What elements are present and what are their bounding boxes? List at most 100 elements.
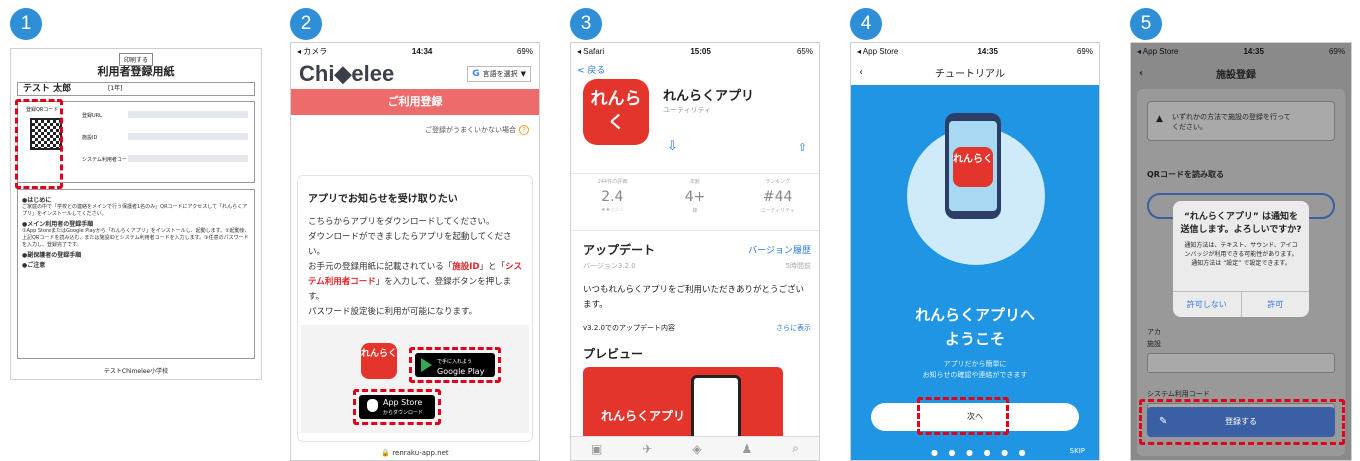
question-icon: ? <box>519 125 529 135</box>
more-link[interactable]: さらに表示 <box>776 323 811 333</box>
apps-icon[interactable]: ◈ <box>692 442 701 456</box>
stat-label: 年齢 <box>690 179 701 185</box>
carrier: ◂ App Store <box>857 46 899 56</box>
para-3a: お手元の登録用紙に記載されている「 <box>308 262 453 272</box>
dialog-body-1: 通知方法は、テキスト、サウンド、アイコ <box>1184 242 1298 249</box>
update-note: いつもれんらくアプリをご利用いただきありがとうございます。 <box>583 285 805 310</box>
today-icon[interactable]: ▣ <box>591 442 602 456</box>
clock: 14:35 <box>1243 46 1264 56</box>
stat-sub: 歳 <box>692 208 698 214</box>
stat-label: 244件の評価 <box>597 179 628 185</box>
search-icon[interactable]: ⌕ <box>792 441 799 456</box>
battery: 65% <box>796 46 813 56</box>
welcome-line-2: ようこそ <box>944 330 1005 348</box>
stat-value: #44 <box>762 189 793 205</box>
stat-sub: ★★☆☆☆ <box>601 207 624 213</box>
update-age: 5時間前 <box>785 262 811 270</box>
help-text: ご登録がうまくいかない場合 <box>425 126 516 134</box>
notification-dialog: “れんらくアプリ” は通知を 送信します。よろしいですか? 通知方法は、テキスト、… <box>1173 201 1309 317</box>
page-dots: ● ● ● ● ● ● <box>931 448 1030 457</box>
facility-id-input[interactable] <box>1147 353 1335 373</box>
note-heading: ●ご注意 <box>22 262 46 269</box>
welcome-line-1: れんらくアプリへ <box>914 306 1035 324</box>
url-bar: 🔒 renraku-app.net <box>381 449 449 457</box>
step-badge-5: 5 <box>1130 8 1162 40</box>
renraku-app-icon: れんらく <box>583 79 649 145</box>
facility-id-text: 施設ID <box>452 262 480 272</box>
welcome-subtitle: アプリだから簡単にお知らせの確認や連絡ができます <box>851 359 1099 381</box>
arcade-icon[interactable]: ♟ <box>742 442 753 456</box>
stat-age: 年齢 4+ 歳 <box>654 174 737 230</box>
user-tag: [1年] <box>108 85 123 92</box>
step-badge-1: 1 <box>10 8 42 40</box>
carrier: ◂ Safari <box>577 46 605 56</box>
school-name: テストChimelee小学校 <box>103 368 169 375</box>
account-label: アカ <box>1147 328 1161 336</box>
user-name: テスト 太郎 <box>23 84 72 94</box>
para-2: ダウンロードができましたらアプリを起動してください。 <box>308 232 512 257</box>
skip-button[interactable]: SKIP <box>1070 447 1085 455</box>
qr-title: QRコードを読み取る <box>1147 170 1224 179</box>
main-heading: ●メイン利用者の登録手順 <box>22 221 94 228</box>
step-badge-4: 4 <box>850 8 882 40</box>
nav-bar: ‹ チュートリアル <box>851 59 1099 85</box>
games-icon[interactable]: ✈ <box>642 442 652 456</box>
app-name: れんらくアプリ <box>663 89 755 104</box>
register-highlight <box>1139 399 1345 445</box>
step-badge-2: 2 <box>290 8 322 40</box>
renraku-app-icon: れんらく <box>361 343 397 379</box>
carrier: ◂ カメラ <box>297 46 328 56</box>
phone-icon <box>691 375 741 445</box>
step-badge-3: 3 <box>570 8 602 40</box>
help-link[interactable]: ご登録がうまくいかない場合? <box>291 115 539 135</box>
google-play-highlight <box>409 347 501 383</box>
chiqelee-logo: Chi◆elee <box>299 61 395 86</box>
tutorial-body: れんらく れんらくアプリへ ようこそ アプリだから簡単にお知らせの確認や連絡ができ… <box>851 85 1099 460</box>
renraku-app-icon: れんらく <box>953 147 993 187</box>
preview-screenshot[interactable]: れんらくアプリ <box>583 367 783 447</box>
version-history-link[interactable]: バージョン履歴 <box>748 243 811 256</box>
back-button[interactable]: < 戻る <box>571 59 819 80</box>
language-select[interactable]: G 言語を選択 ▼ <box>467 66 531 82</box>
dialog-title-2: 送信します。よろしいですか? <box>1180 225 1302 235</box>
site-header: Chi◆elee G 言語を選択 ▼ <box>291 59 539 89</box>
para-3b: 」と「 <box>479 262 505 272</box>
stat-rank: ランキング #44 ユーティリティ <box>736 174 819 230</box>
instructions-text: ●はじめに ご家庭の中で「学校との連絡をメインで行う保護者1名のみ」QRコードに… <box>17 189 255 359</box>
nav-title: 施設登録 <box>1216 69 1257 81</box>
warning-box: ▲ いずれかの方法で施設の登録を行って ください。 <box>1147 101 1335 141</box>
stat-value: 2.4 <box>601 189 624 205</box>
clock: 15:05 <box>690 46 711 56</box>
dialog-body-3: 通知方法は “設定” で設定できます。 <box>1191 260 1291 267</box>
allow-button[interactable]: 許可 <box>1240 292 1310 317</box>
nav-bar: ‹ 施設登録 <box>1131 59 1351 87</box>
dialog-body: 通知方法は、テキスト、サウンド、アイコ ンバッジが利用できる可能性があります。 通知… <box>1173 241 1309 268</box>
stat-value: 4+ <box>684 189 706 205</box>
warning-icon: ▲ <box>1156 114 1163 124</box>
qr-highlight <box>15 99 63 189</box>
chiqelee-registration-screen: ◂ カメラ 14:34 69% Chi◆elee G 言語を選択 ▼ ご利用登録 ご登録… <box>290 42 540 461</box>
facility-registration-screen: ◂ App Store 14:35 69% ‹ 施設登録 ▲ いずれかの方法で施設の登録… <box>1130 42 1352 461</box>
cloud-download-icon[interactable]: ⇩ <box>667 139 678 154</box>
google-icon: G <box>472 69 480 79</box>
update-title: アップデート <box>583 243 656 257</box>
deny-button[interactable]: 許可しない <box>1173 292 1241 317</box>
user-name-row: テスト 太郎 [1年] <box>17 82 255 96</box>
field-code-label: システム利用者コード <box>82 157 132 163</box>
warning-line-2: ください。 <box>1172 123 1207 131</box>
field-id-value <box>128 133 248 140</box>
status-bar: ◂ Safari 15:05 65% <box>571 43 819 59</box>
status-bar: ◂ App Store 14:35 69% <box>851 43 1099 59</box>
battery: 69% <box>516 46 533 56</box>
language-label: 言語を選択 <box>482 70 518 78</box>
dialog-title: “れんらくアプリ” は通知を 送信します。よろしいですか? <box>1173 211 1309 237</box>
field-id-label: 施設ID <box>82 135 98 141</box>
tutorial-screen: ◂ App Store 14:35 69% ‹ チュートリアル れんらく れんらくアプ… <box>850 42 1100 461</box>
sub-line-2: お知らせの確認や連絡ができます <box>922 371 1028 379</box>
version-label: バージョン3.2.0 <box>583 262 636 270</box>
sub-line-1: アプリだから簡単に <box>943 360 1007 368</box>
share-icon[interactable]: ⇧ <box>798 141 807 154</box>
nav-title: チュートリアル <box>935 68 1005 80</box>
main-text: ①App StoreまたはGoogle Playから「れんらくアプリ」をインスト… <box>22 228 250 248</box>
sheet-title: 利用者登録用紙 <box>97 65 175 78</box>
